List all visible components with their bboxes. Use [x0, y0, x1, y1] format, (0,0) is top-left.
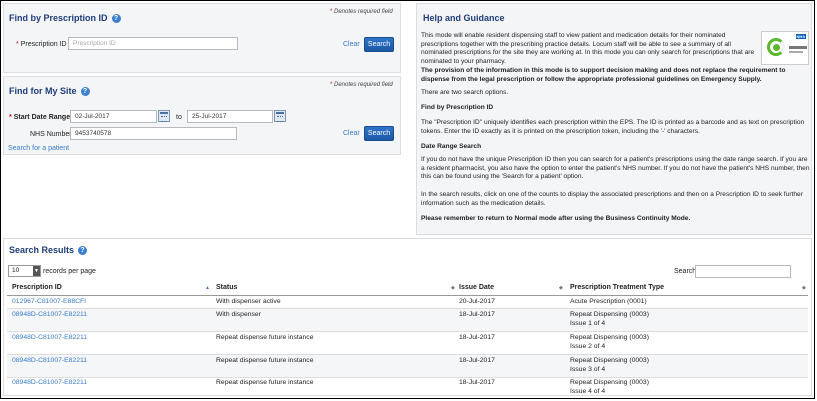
nhs-badge: NHS [795, 34, 806, 39]
results-title: Search Results? [9, 245, 88, 256]
prescription-id-link[interactable]: 012967-C81007-E88CFI [12, 298, 86, 306]
status-cell: With dispenser [216, 311, 261, 318]
help-paragraph: If you do not have the unique Prescripti… [421, 156, 810, 181]
logo-text-mark [789, 46, 807, 49]
nhs-logo: NHS [761, 31, 809, 65]
find-by-id-title-text: Find by Prescription ID [9, 13, 108, 23]
calendar-icon[interactable] [274, 110, 286, 122]
help-paragraph: This mode will enable resident dispensin… [421, 32, 755, 65]
help-paragraph: The provision of the information in this… [421, 67, 786, 83]
find-my-site-title-text: Find for My Site [9, 86, 77, 96]
table-row: 08948D-C81007-E82211 Repeat dispense fut… [7, 355, 808, 378]
start-date-label-text: Start Date Range [13, 114, 71, 121]
table-row: 08948D-C81007-E82211 Repeat dispense fut… [7, 377, 808, 397]
table-row: 08948D-C81007-E82211 With dispenser 18-J… [7, 309, 808, 332]
help-paragraph: In the search results, click on one of t… [421, 191, 803, 207]
issue-number-cell: Issue 4 of 4 [570, 388, 606, 395]
table-row: 08948D-C81007-E82211 Repeat dispense fut… [7, 332, 808, 355]
prescription-id-label-text: Prescription ID [20, 41, 67, 48]
required-note: * Denotes required field [330, 9, 393, 15]
date-to-label: to [176, 114, 182, 121]
sort-icon[interactable]: ◆ [451, 285, 455, 291]
help-heading: Find by Prescription ID [421, 104, 494, 111]
help-heading: Date Range Search [421, 143, 482, 150]
col-prescription-id[interactable]: Prescription ID [12, 284, 62, 291]
page-size-select[interactable]: 10 ▼ [8, 265, 41, 277]
issue-number-cell: Issue 3 of 4 [570, 366, 606, 373]
table-search-input[interactable] [695, 265, 791, 278]
required-note-text: Denotes required field [334, 9, 393, 15]
prescription-id-label: * Prescription ID [16, 41, 67, 48]
treatment-type-cell: Repeat Dispensing (0003) [570, 311, 649, 318]
issue-number-cell: Issue 2 of 4 [570, 343, 606, 350]
prescription-id-link[interactable]: 08948D-C81007-E82211 [12, 357, 87, 365]
col-issue-date[interactable]: Issue Date [459, 284, 494, 291]
results-title-text: Search Results [9, 245, 75, 255]
nhs-number-input[interactable]: 9453740578 [70, 127, 237, 140]
find-by-id-title: Find by Prescription ID? [9, 13, 121, 24]
clear-id-link[interactable]: Clear [343, 41, 360, 48]
help-title: Help and Guidance [423, 13, 505, 23]
search-site-button[interactable]: Search [364, 126, 394, 141]
treatment-type-cell: Repeat Dispensing (0003) [570, 379, 649, 386]
help-paragraph: There are two search options. [421, 89, 509, 96]
help-icon[interactable]: ? [78, 246, 88, 256]
col-treatment-type[interactable]: Prescription Treatment Type [570, 284, 664, 291]
sort-icon[interactable]: ◆ [802, 285, 806, 291]
table-row: 012967-C81007-E88CFI With dispenser acti… [7, 296, 808, 309]
status-cell: With dispenser active [216, 298, 281, 305]
required-note: * Denotes required field [330, 82, 393, 88]
col-status[interactable]: Status [216, 284, 237, 291]
treatment-type-cell: Acute Prescription (0001) [570, 298, 647, 305]
calendar-icon[interactable] [158, 110, 170, 122]
nhs-number-label: NHS Number [30, 131, 72, 138]
find-my-site-title: Find for My Site? [9, 86, 90, 97]
treatment-type-cell: Repeat Dispensing (0003) [570, 357, 649, 364]
clear-site-link[interactable]: Clear [343, 130, 360, 137]
table-header: Prescription ID ▲ Status ◆ Issue Date ◆ … [7, 282, 808, 296]
issue-date-cell: 18-Jul-2017 [459, 334, 495, 341]
issue-date-cell: 20-Jul-2017 [459, 298, 495, 305]
status-cell: Repeat dispense future instance [216, 357, 314, 364]
records-per-page-label: records per page [43, 268, 96, 275]
status-cell: Repeat dispense future instance [216, 334, 314, 341]
issue-date-cell: 18-Jul-2017 [459, 311, 495, 318]
page-size-value: 10 [12, 267, 20, 274]
help-paragraph: Please remember to return to Normal mode… [421, 215, 691, 222]
prescription-id-input[interactable]: Prescription ID [68, 37, 238, 50]
status-cell: Repeat dispense future instance [216, 379, 314, 386]
prescription-id-link[interactable]: 08948D-C81007-E82211 [12, 334, 87, 342]
chevron-down-icon: ▼ [33, 266, 40, 276]
date-to-input[interactable]: 25-Jul-2017 [187, 110, 273, 123]
help-paragraph: The "Prescription ID" uniquely identifie… [421, 119, 805, 135]
issue-date-cell: 18-Jul-2017 [459, 379, 495, 386]
logo-dot-icon [773, 44, 780, 51]
treatment-type-cell: Repeat Dispensing (0003) [570, 334, 649, 341]
sort-asc-icon[interactable]: ▲ [205, 285, 210, 291]
sort-icon[interactable]: ◆ [559, 285, 563, 291]
logo-text-mark [789, 51, 803, 53]
prescription-id-link[interactable]: 08948D-C81007-E82211 [12, 379, 87, 387]
date-from-input[interactable]: 02-Jul-2017 [70, 110, 157, 123]
required-note-text: Denotes required field [334, 82, 393, 88]
help-icon[interactable]: ? [80, 87, 90, 97]
help-icon[interactable]: ? [111, 14, 121, 24]
issue-number-cell: Issue 1 of 4 [570, 320, 606, 327]
prescription-id-link[interactable]: 08948D-C81007-E82211 [12, 311, 87, 319]
issue-date-cell: 18-Jul-2017 [459, 357, 495, 364]
search-for-patient-link[interactable]: Search for a patient [8, 145, 69, 152]
search-id-button[interactable]: Search [364, 37, 394, 52]
start-date-label: * Start Date Range [9, 114, 71, 121]
